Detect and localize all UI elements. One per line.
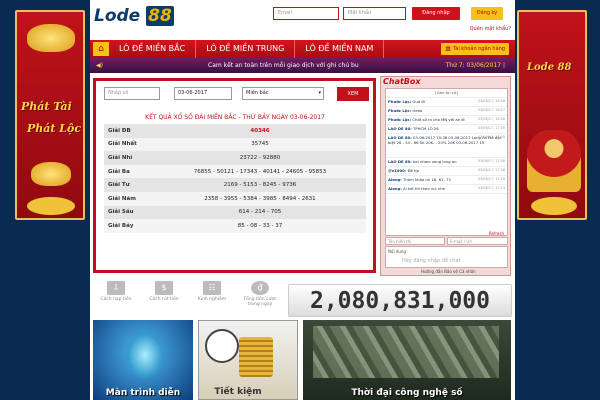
main-container: Lode 88 Email Mật khẩu Đăng nhập Đăng ký… (90, 0, 515, 400)
chat-messages[interactable]: [Gán tin cũ] Phước Lộc: Gud đi 03/06/17, … (385, 88, 508, 236)
speaker-icon: ◀) (96, 62, 103, 69)
promo-title: Tiết kiệm (214, 387, 262, 397)
daily-bet-total: 2,080,831,000 (288, 284, 512, 317)
header: Lode 88 Email Mật khẩu Đăng nhập Đăng ký… (90, 0, 515, 40)
coin-stack-image (239, 337, 273, 377)
refresh-link[interactable]: Refresh (489, 231, 504, 236)
banknotes-image (313, 326, 499, 378)
chat-message: @x1000: Đề tịp 03/06/17, 17:08 (386, 167, 507, 176)
gold-ingot-image (31, 162, 71, 186)
quick-links: ⇩ Cách nạp tiền $ Cách rút tiền ☷ Kinh nghi… (96, 281, 286, 315)
chat-message: LAO DE 80: 03-06-2017 15:38 03-06-2017 L… (386, 134, 507, 158)
promo-tile-savings[interactable]: Tiết kiệm (198, 320, 298, 400)
password-input[interactable]: Mật khẩu (343, 7, 406, 20)
promo-tile-performance[interactable]: Màn trình diễn (93, 320, 193, 400)
banner-line-1: Phát Tài (21, 100, 72, 113)
deposit-guide-link[interactable]: ⇩ Cách nạp tiền (96, 281, 136, 302)
chat-name-input[interactable]: Tên hiển thị (385, 237, 445, 245)
table-row: Giải Tư 2169 - 5153 - 8245 - 9736 (104, 178, 366, 192)
results-table: Giải ĐB 40346 Giải Nhất 35745 Giải Nhì 2372… (104, 124, 366, 233)
chat-message: Along: Ai ket thì theo vui nhe 03/06/17, … (386, 185, 507, 194)
chat-message: Along: Thám khảo nh 16, 61, 73 03/06/17, … (386, 176, 507, 185)
promo-title: Màn trình diễn (105, 388, 181, 398)
bank-account-button[interactable]: 🏛 Tài khoản ngân hàng (440, 43, 509, 55)
nav-item-mien-nam[interactable]: LÔ ĐỀ MIỀN NAM (295, 40, 385, 58)
home-icon[interactable]: ⌂ (93, 42, 109, 56)
main-nav: ⌂ LÔ ĐỀ MIỀN BẮC LÔ ĐỀ MIỀN TRUNG LÔ ĐỀ … (90, 40, 515, 58)
coin-pile-image (531, 197, 577, 215)
news-ticker: ◀) Cam kết an toàn trên mỗi giao dịch vớ… (90, 58, 515, 73)
daily-total-label: ₫ Tổng tiền cược trong ngày (243, 281, 277, 307)
promo-title: Thời đại công nghệ số (351, 388, 463, 398)
chat-message: LAO DE 80: bel nham sang long an 03/06/17… (386, 158, 507, 167)
lottery-results-panel: Nhập số 03-06-2017 Miền bắc ▾ XEM KẾT QU… (93, 78, 376, 273)
chat-footer-links[interactable]: Hướng dẫn Bảo vệ Cá nhân (421, 269, 476, 274)
table-row: Giải Năm 2358 - 3955 - 5384 - 3985 - 8494… (104, 191, 366, 206)
register-button[interactable]: Đăng ký (471, 7, 503, 20)
withdraw-icon: $ (155, 281, 173, 295)
chat-message: Phước Lộc: Chốt số ra cho MN với ae đi 03… (386, 116, 507, 125)
banner-line-2: Phát Lộc (27, 122, 82, 135)
ticker-date: Thứ 7: 03/06/2017 | (445, 62, 505, 69)
date-input[interactable]: 03-06-2017 (174, 87, 232, 100)
banner-logo: Lode 88 (527, 62, 572, 73)
results-title: KẾT QUẢ XỔ SỐ ĐÀI MIỀN BẮC - THỨ BẢY NGÀ… (145, 114, 325, 121)
fortune-god-image (527, 130, 581, 192)
login-button[interactable]: Đăng nhập (412, 7, 460, 20)
nav-item-mien-trung[interactable]: LÔ ĐỀ MIỀN TRUNG (196, 40, 296, 58)
email-input[interactable]: Email (273, 7, 339, 20)
experience-link[interactable]: ☷ Kinh nghiệm (192, 281, 232, 302)
chat-message: LAO DE 80: TPHCM LÔ 26 03/06/17, 17:00 (386, 125, 507, 134)
experience-icon: ☷ (203, 281, 221, 295)
total-icon: ₫ (251, 281, 269, 295)
chat-email-input[interactable]: E-mail / Url (447, 237, 508, 245)
deposit-icon: ⇩ (107, 281, 125, 295)
chevron-down-icon: ▾ (318, 90, 321, 96)
region-select[interactable]: Miền bắc ▾ (242, 87, 324, 100)
promo-tile-digital[interactable]: Thời đại công nghệ số (303, 320, 511, 400)
ticker-message: Cam kết an toàn trên mỗi giao dịch với g… (208, 62, 359, 69)
left-promo-banner[interactable]: Phát Tài Phát Lộc (15, 10, 85, 220)
forgot-password-link[interactable]: Quên mật khẩu? (470, 26, 511, 32)
chatbox: ChatBox [Gán tin cũ] Phước Lộc: Gud đi 03… (380, 76, 511, 276)
chat-message: Phước Lộc: Haha 03/06/17, 16:57 (386, 107, 507, 116)
chat-message: Phước Lộc: Gud đi 03/06/17, 16:56 (386, 98, 507, 107)
chatbox-title: ChatBox (383, 77, 421, 86)
table-row: Giải Sáu 614 - 214 - 705 (104, 205, 366, 220)
number-input[interactable]: Nhập số (104, 87, 160, 100)
site-logo[interactable]: Lode 88 (94, 6, 174, 26)
gold-ingot-image (27, 24, 75, 52)
old-messages-link[interactable]: [Gán tin cũ] (386, 89, 507, 98)
bank-icon: 🏛 (444, 46, 453, 52)
table-row: Giải Nhất 35745 (104, 137, 366, 152)
clock-icon (205, 329, 239, 363)
chat-content-input[interactable]: Nội dung Hãy đăng nhập để chat (385, 246, 508, 268)
table-row: Giải Ba 76855 - 50121 - 17343 - 40141 - 2… (104, 164, 366, 179)
nav-item-mien-bac[interactable]: LÔ ĐỀ MIỀN BẮC (109, 40, 197, 58)
table-row: Giải Bảy 85 - 08 - 33 - 37 (104, 219, 366, 233)
view-button[interactable]: XEM (337, 87, 369, 101)
table-row: Giải ĐB 40346 (104, 124, 366, 138)
right-promo-banner[interactable]: Lode 88 (517, 10, 587, 220)
touch-hand-image (125, 330, 165, 380)
table-row: Giải Nhì 23722 - 92880 (104, 151, 366, 165)
withdraw-guide-link[interactable]: $ Cách rút tiền (144, 281, 184, 302)
coin-pile-image (27, 197, 75, 215)
